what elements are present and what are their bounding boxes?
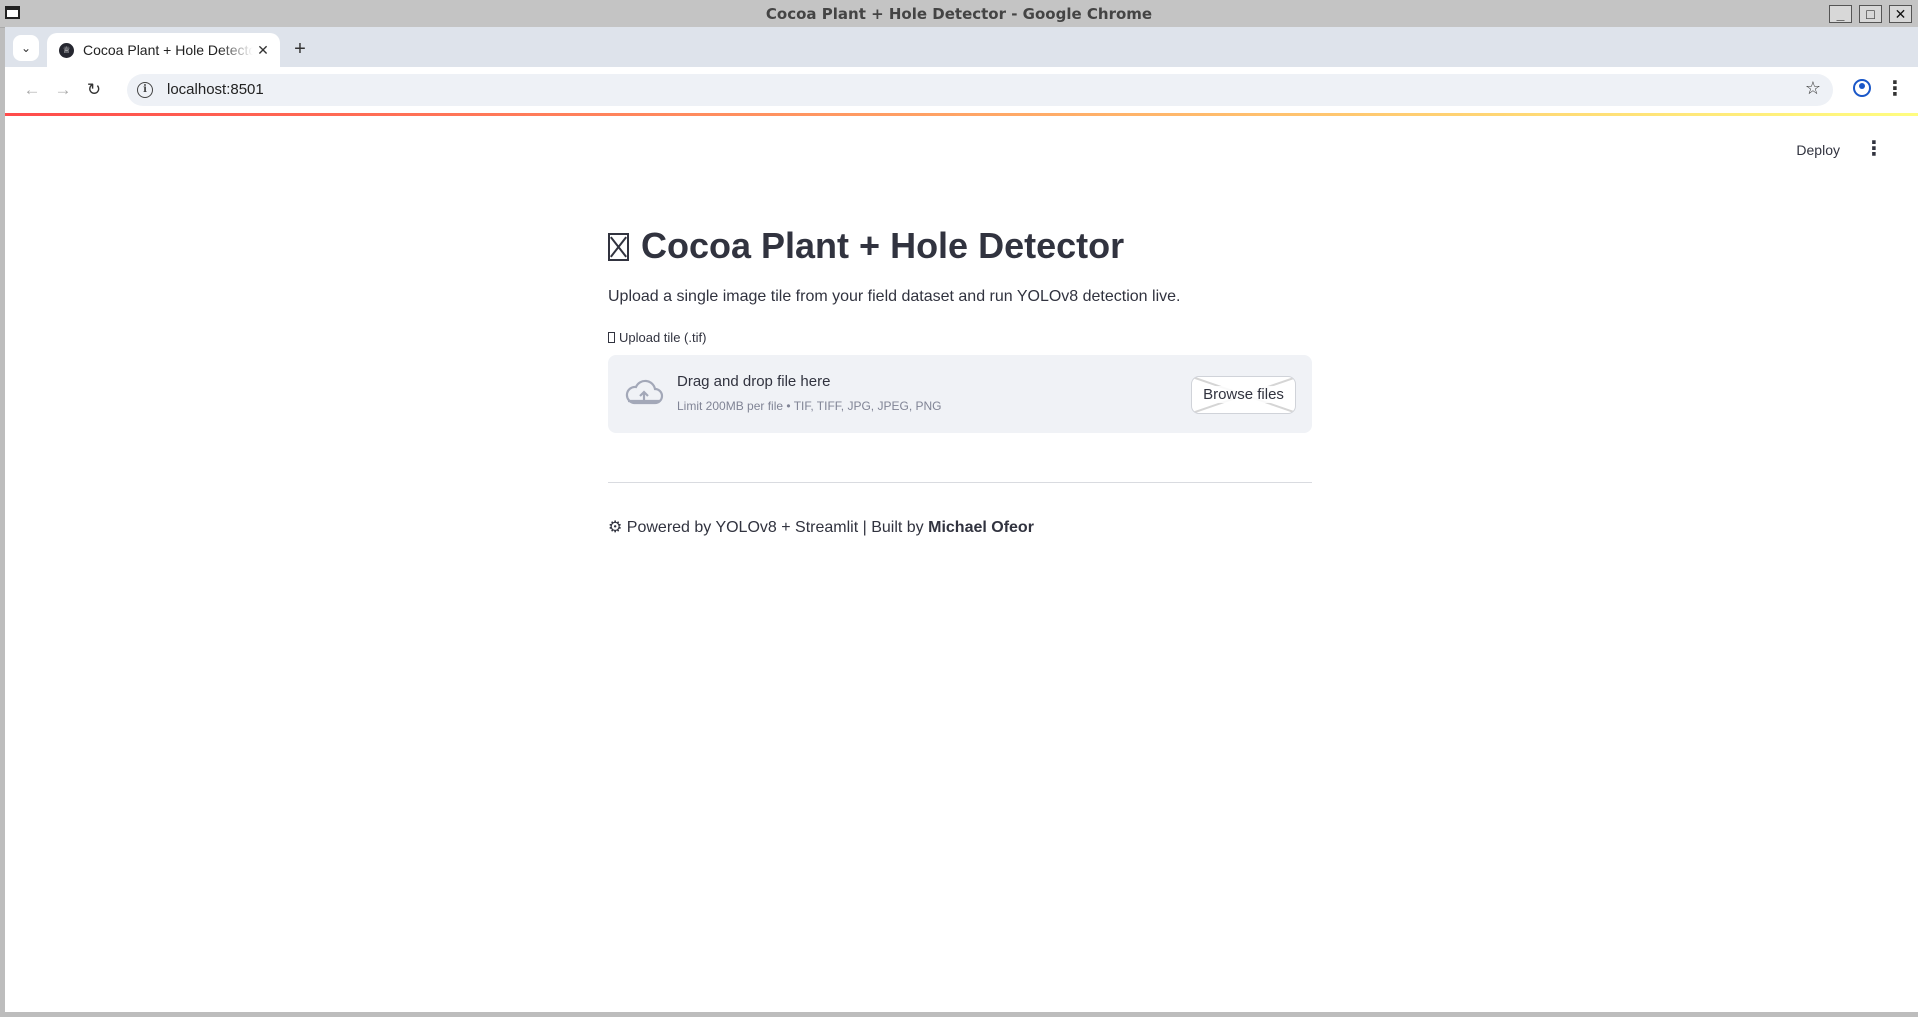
file-dropzone[interactable]: Drag and drop file here Limit 200MB per … [608,355,1312,433]
bookmark-star-icon[interactable]: ☆ [1805,78,1821,99]
tab-active[interactable]: ♕ Cocoa Plant + Hole Detector ✕ [47,33,280,67]
back-arrow-icon[interactable]: ← [19,77,45,103]
header-decoration-bar [5,113,1918,116]
forward-arrow-icon[interactable]: → [50,77,76,103]
window-title: Cocoa Plant + Hole Detector - Google Chr… [765,5,1153,23]
address-bar[interactable]: i localhost:8501 ☆ [127,74,1833,106]
tab-search-chevron-down-icon[interactable]: ⌄ [13,35,39,61]
tab-title: Cocoa Plant + Hole Detector [83,42,253,58]
footer-text: ⚙ Powered by YOLOv8 + Streamlit | Built … [608,519,924,536]
tab-strip: ⌄ ♕ Cocoa Plant + Hole Detector ✕ + [5,27,1918,67]
profile-icon[interactable] [1853,79,1871,97]
close-window-button[interactable]: ✕ [1889,5,1912,23]
url-text[interactable]: localhost:8501 [167,81,264,98]
footer: ⚙ Powered by YOLOv8 + Streamlit | Built … [608,517,1034,537]
streamlit-favicon-icon: ♕ [59,43,74,58]
missing-glyph-icon [608,233,629,261]
uploader-label: Upload tile (.tif) [608,330,706,345]
missing-glyph-icon [608,332,615,343]
reload-icon[interactable]: ↻ [81,77,107,103]
app-page: Deploy ⋮ Cocoa Plant + Hole Detector Upl… [5,113,1918,1012]
page-title: Cocoa Plant + Hole Detector [608,225,1124,267]
site-info-icon[interactable]: i [137,82,153,98]
browser-toolbar: ← → ↻ i localhost:8501 ☆ ⋮ [5,67,1918,113]
dropzone-limits: Limit 200MB per file • TIF, TIFF, JPG, J… [677,399,942,413]
maximize-button[interactable]: □ [1859,5,1882,23]
dropzone-title: Drag and drop file here [677,373,831,390]
browser-menu-icon[interactable]: ⋮ [1885,77,1905,101]
app-main-menu-icon[interactable]: ⋮ [1864,137,1884,161]
divider [608,482,1312,483]
browse-files-button[interactable]: Browse files [1191,376,1296,414]
footer-author: Michael Ofeor [928,519,1034,536]
browser-chrome: ⌄ ♕ Cocoa Plant + Hole Detector ✕ + ← → … [5,27,1918,113]
new-tab-button[interactable]: + [288,37,312,61]
cloud-upload-icon [625,379,664,405]
minimize-button[interactable]: _ [1829,5,1852,23]
browse-files-label: Browse files [1202,386,1285,403]
page-subtitle: Upload a single image tile from your fie… [608,288,1181,305]
deploy-button[interactable]: Deploy [1788,138,1848,162]
os-title-bar: Cocoa Plant + Hole Detector - Google Chr… [0,0,1918,28]
tab-close-icon[interactable]: ✕ [254,41,272,59]
